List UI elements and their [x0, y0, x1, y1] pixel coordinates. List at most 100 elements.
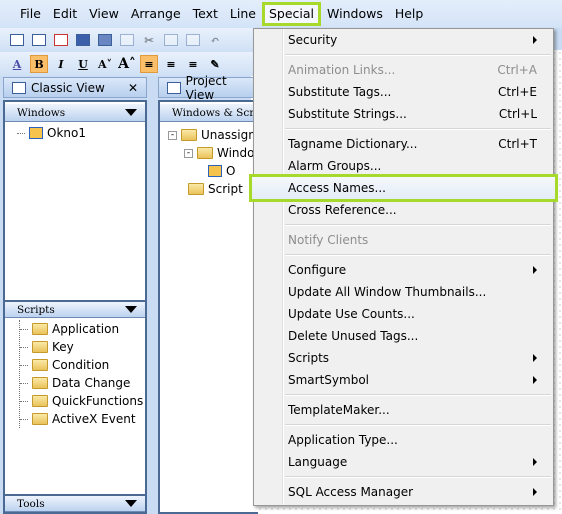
tree-item-key[interactable]: Key	[20, 338, 143, 356]
menu-item-access-names[interactable]: Access Names...	[249, 174, 558, 202]
menu-item-language[interactable]: Language	[254, 451, 553, 473]
classic-view-panel: Windows Okno1 Scripts Application Key Cond…	[3, 100, 147, 514]
menu-item-scripts[interactable]: Scripts	[254, 347, 553, 369]
menu-item-label: TemplateMaker...	[288, 403, 390, 417]
submenu-arrow-icon	[533, 376, 537, 384]
align-left-icon[interactable]: ≡	[140, 55, 158, 73]
menu-special[interactable]: Special	[261, 2, 322, 26]
tree-item-okno1[interactable]: Okno1	[17, 124, 86, 142]
menu-item-label: Security	[288, 33, 338, 47]
windows-tree: Okno1	[17, 124, 86, 142]
menu-item-notify-clients[interactable]: Notify Clients	[254, 229, 553, 251]
font-icon[interactable]: A	[8, 55, 26, 73]
undo-icon[interactable]: ↶	[206, 31, 224, 49]
new-window-icon[interactable]	[8, 31, 26, 49]
project-view-icon	[167, 81, 181, 94]
chevron-down-icon[interactable]	[125, 500, 137, 507]
script-folder-icon	[32, 413, 48, 425]
open-window-icon[interactable]	[30, 31, 48, 49]
shortcut-label: Ctrl+T	[498, 137, 537, 151]
close-icon[interactable]: ✕	[128, 81, 138, 95]
window-icon	[208, 165, 222, 177]
tree-item-windows[interactable]: - Windo	[168, 144, 256, 162]
bold-button[interactable]: B	[30, 55, 48, 73]
scripts-section-header[interactable]: Scripts	[5, 300, 145, 318]
menu-item-label: Update Use Counts...	[288, 307, 415, 321]
save-icon[interactable]	[74, 31, 92, 49]
save-all-icon[interactable]	[96, 31, 114, 49]
chevron-down-icon[interactable]	[125, 109, 137, 116]
menu-item-label: Notify Clients	[288, 233, 369, 247]
menu-item-animation-links[interactable]: Animation Links... Ctrl+A	[254, 59, 553, 81]
menu-item-tagname-dictionary[interactable]: Tagname Dictionary... Ctrl+T	[254, 133, 553, 155]
script-folder-icon	[32, 323, 48, 335]
menu-file[interactable]: File	[14, 2, 47, 26]
line-color-icon[interactable]: ✎	[206, 55, 224, 73]
menu-item-smartsymbol[interactable]: SmartSymbol	[254, 369, 553, 391]
menu-help[interactable]: Help	[389, 2, 430, 26]
italic-button[interactable]: I	[52, 55, 70, 73]
format-toolbar: A B I U A˅ A˄ ≡ ≡ ≡ ✎	[0, 52, 260, 76]
menu-item-substitute-tags[interactable]: Substitute Tags... Ctrl+E	[254, 81, 553, 103]
menu-separator	[254, 51, 553, 59]
menu-item-sql-access-manager[interactable]: SQL Access Manager	[254, 481, 553, 503]
menu-item-label: Scripts	[288, 351, 330, 365]
align-right-icon[interactable]: ≡	[184, 55, 202, 73]
menu-edit[interactable]: Edit	[47, 2, 83, 26]
special-menu: Security Animation Links... Ctrl+A Substitu…	[249, 28, 558, 506]
menu-text[interactable]: Text	[187, 2, 224, 26]
script-folder-icon	[32, 341, 48, 353]
menu-item-update-use-counts[interactable]: Update Use Counts...	[254, 303, 553, 325]
tree-item-activex-event[interactable]: ActiveX Event	[20, 410, 143, 428]
menu-item-label: Delete Unused Tags...	[288, 329, 419, 343]
copy-icon[interactable]	[162, 31, 180, 49]
menu-item-label: Alarm Groups...	[288, 159, 382, 173]
script-folder-icon	[32, 359, 48, 371]
menu-line[interactable]: Line	[224, 2, 262, 26]
menu-item-substitute-strings[interactable]: Substitute Strings... Ctrl+L	[254, 103, 553, 125]
tree-item-scripts[interactable]: Script	[168, 180, 256, 198]
increase-font-icon[interactable]: A˄	[118, 55, 136, 73]
cut-icon[interactable]: ✂	[140, 31, 158, 49]
classic-view-icon	[12, 81, 26, 94]
paste-icon[interactable]	[184, 31, 202, 49]
menu-view[interactable]: View	[83, 2, 125, 26]
close-window-icon[interactable]	[52, 31, 70, 49]
tree-item-window[interactable]: O	[168, 162, 256, 180]
tree-item-label: Application	[52, 322, 120, 336]
align-center-icon[interactable]: ≡	[162, 55, 180, 73]
menu-item-update-all-window-thumbnails[interactable]: Update All Window Thumbnails...	[254, 281, 553, 303]
scripts-folder-icon	[188, 183, 204, 195]
menu-item-label: Cross Reference...	[288, 203, 397, 217]
project-view-panel: Windows & Scrip - Unassign - Windo O Scrip…	[158, 100, 258, 514]
menu-item-application-type[interactable]: Application Type...	[254, 429, 553, 451]
duplicate-icon[interactable]	[118, 31, 136, 49]
menu-item-security[interactable]: Security	[254, 29, 553, 51]
menu-item-configure[interactable]: Configure	[254, 259, 553, 281]
windows-section-header[interactable]: Windows	[5, 104, 145, 122]
shortcut-label: Ctrl+A	[497, 63, 537, 77]
tree-item-unassigned[interactable]: - Unassign	[168, 126, 256, 144]
underline-button[interactable]: U	[74, 55, 92, 73]
windows-scripts-header: Windows & Scrip	[160, 104, 258, 122]
menu-item-delete-unused-tags[interactable]: Delete Unused Tags...	[254, 325, 553, 347]
menu-item-label: SQL Access Manager	[288, 485, 414, 499]
shortcut-label: Ctrl+E	[498, 85, 537, 99]
decrease-font-icon[interactable]: A˅	[96, 55, 114, 73]
scripts-tree: Application Key Condition Data Change QuickF…	[19, 320, 143, 428]
menu-item-alarm-groups[interactable]: Alarm Groups...	[254, 155, 553, 177]
shortcut-label: Ctrl+L	[498, 107, 537, 121]
classic-view-title: Classic View	[31, 80, 105, 95]
tools-section-header[interactable]: Tools	[5, 494, 145, 512]
menu-arrange[interactable]: Arrange	[125, 2, 187, 26]
menu-windows[interactable]: Windows	[321, 2, 389, 26]
tree-item-data-change[interactable]: Data Change	[20, 374, 143, 392]
chevron-down-icon[interactable]	[125, 306, 137, 313]
menu-item-cross-reference[interactable]: Cross Reference...	[254, 199, 553, 221]
tree-item-quickfunctions[interactable]: QuickFunctions	[20, 392, 143, 410]
tree-item-condition[interactable]: Condition	[20, 356, 143, 374]
menu-separator	[254, 251, 553, 259]
menu-item-templatemaker[interactable]: TemplateMaker...	[254, 399, 553, 421]
tree-item-label: ActiveX Event	[52, 412, 136, 426]
tree-item-application[interactable]: Application	[20, 320, 143, 338]
